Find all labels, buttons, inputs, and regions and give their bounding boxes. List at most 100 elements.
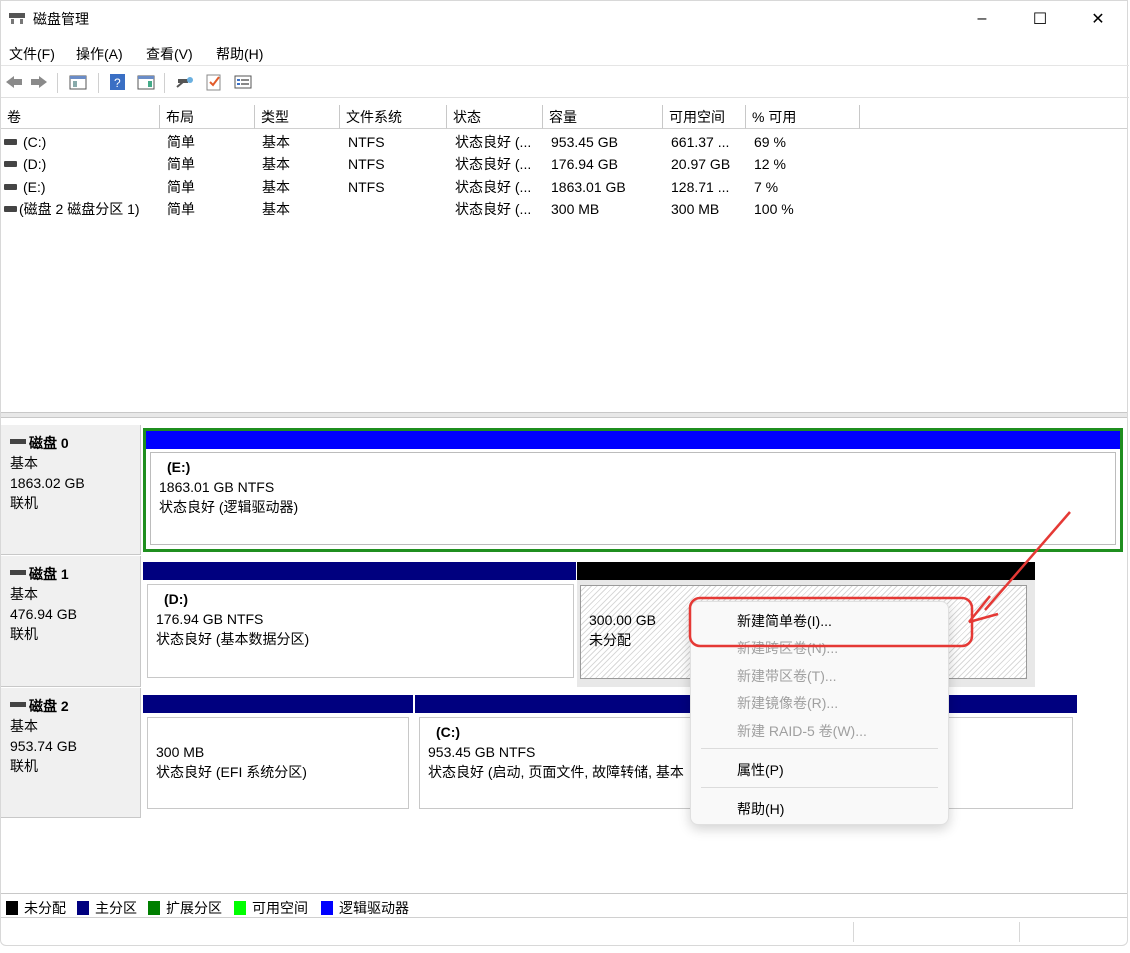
- legend-swatch: [148, 901, 160, 915]
- pane-splitter[interactable]: [1, 412, 1127, 418]
- disk-management-app-icon: [9, 13, 25, 24]
- disk-2-label[interactable]: 磁盘 2 基本 953.74 GB 联机: [1, 688, 141, 818]
- primary-partition-bar: [143, 695, 413, 713]
- percent-free-cell: 100 %: [754, 201, 794, 217]
- partition-size: 1863.01 GB NTFS: [159, 479, 275, 495]
- back-icon[interactable]: [4, 73, 24, 91]
- partition-e[interactable]: (E:) 1863.01 GB NTFS 状态良好 (逻辑驱动器): [143, 428, 1123, 552]
- disk-type: 基本: [10, 718, 38, 734]
- legend-extended: 扩展分区: [148, 898, 222, 918]
- legend-label: 未分配: [24, 900, 66, 916]
- free-space-cell: 661.37 ...: [671, 134, 730, 150]
- column-header-volume[interactable]: 卷: [1, 105, 160, 129]
- partition-title: [156, 722, 400, 742]
- disk-icon: [10, 438, 26, 444]
- menu-item-new-simple-volume[interactable]: 新建简单卷(I)...: [737, 608, 832, 634]
- legend-free-space: 可用空间: [234, 898, 308, 918]
- menu-view[interactable]: 查看(V): [146, 44, 193, 64]
- layout-cell: 简单: [167, 156, 195, 172]
- menu-help[interactable]: 帮助(H): [216, 44, 263, 64]
- checklist-icon[interactable]: [204, 73, 224, 91]
- volume-name: (D:): [23, 156, 47, 172]
- legend-label: 扩展分区: [166, 900, 222, 916]
- help-icon[interactable]: ?: [108, 73, 128, 91]
- free-space-cell: 300 MB: [671, 201, 720, 217]
- title-bar: 磁盘管理 – ☐ ✕: [1, 1, 1129, 37]
- maximize-button[interactable]: ☐: [1011, 1, 1069, 37]
- forward-icon[interactable]: [29, 73, 49, 91]
- drive-icon: [4, 184, 17, 191]
- disk-management-window: 磁盘管理 – ☐ ✕ 文件(F) 操作(A) 查看(V) 帮助(H) ? 卷 布…: [0, 0, 1129, 946]
- menu-file[interactable]: 文件(F): [9, 44, 55, 64]
- partition-status: 状态良好 (基本数据分区): [156, 631, 310, 647]
- status-divider: [1019, 922, 1020, 942]
- filesystem-cell: NTFS: [348, 156, 385, 172]
- column-header-percent-free[interactable]: % 可用: [746, 105, 860, 129]
- close-button[interactable]: ✕: [1069, 1, 1127, 37]
- disk-graphical-view: 磁盘 0 基本 1863.02 GB 联机 (E:) 1863.01 GB NT…: [1, 419, 1127, 889]
- disk-status: 联机: [10, 495, 38, 511]
- properties-icon[interactable]: [136, 73, 156, 91]
- list-icon[interactable]: [233, 73, 253, 91]
- status-cell: 状态良好 (...: [455, 179, 532, 195]
- status-cell: 状态良好 (...: [455, 156, 532, 172]
- partition-body: (D:) 176.94 GB NTFS 状态良好 (基本数据分区): [147, 584, 574, 678]
- layout-cell: 简单: [167, 201, 195, 217]
- menu-action[interactable]: 操作(A): [76, 44, 123, 64]
- column-header-type[interactable]: 类型: [255, 105, 340, 129]
- menu-separator: [701, 748, 938, 749]
- percent-free-cell: 12 %: [754, 156, 786, 172]
- toolbar: ?: [1, 67, 1129, 98]
- minimize-icon: –: [977, 10, 987, 27]
- legend-swatch: [234, 901, 246, 915]
- legend-label: 主分区: [95, 900, 137, 916]
- disk-0-label[interactable]: 磁盘 0 基本 1863.02 GB 联机: [1, 425, 141, 555]
- partition-title: (D:): [164, 591, 189, 607]
- percent-free-cell: 69 %: [754, 134, 786, 150]
- type-cell: 基本: [262, 201, 290, 217]
- console-tree-icon[interactable]: [68, 73, 88, 91]
- disk-status: 联机: [10, 626, 38, 642]
- disk-type: 基本: [10, 586, 38, 602]
- drive-icon: [4, 206, 17, 213]
- type-cell: 基本: [262, 179, 290, 195]
- disk-type: 基本: [10, 455, 38, 471]
- menu-item-new-spanned-volume: 新建跨区卷(N)...: [737, 640, 839, 656]
- column-header-filesystem[interactable]: 文件系统: [340, 105, 447, 129]
- column-header-blank: [860, 105, 1127, 129]
- column-header-status[interactable]: 状态: [447, 105, 543, 129]
- type-cell: 基本: [262, 156, 290, 172]
- column-header-layout[interactable]: 布局: [160, 105, 255, 129]
- legend-logical: 逻辑驱动器: [321, 898, 409, 918]
- menu-item-help[interactable]: 帮助(H): [737, 796, 784, 822]
- partition-efi[interactable]: 300 MB 状态良好 (EFI 系统分区): [143, 695, 413, 813]
- menu-item-properties[interactable]: 属性(P): [737, 757, 784, 783]
- column-header-free-space[interactable]: 可用空间: [663, 105, 746, 129]
- legend-unallocated: 未分配: [6, 898, 66, 918]
- partition-status: 状态良好 (逻辑驱动器): [159, 499, 299, 515]
- legend-swatch: [321, 901, 333, 915]
- disk-1-label[interactable]: 磁盘 1 基本 476.94 GB 联机: [1, 556, 141, 687]
- minimize-button[interactable]: –: [953, 1, 1011, 37]
- disk-name: 磁盘 0: [29, 435, 69, 451]
- connect-icon[interactable]: [175, 73, 195, 91]
- menu-bar: 文件(F) 操作(A) 查看(V) 帮助(H): [1, 39, 1129, 66]
- column-header-capacity[interactable]: 容量: [543, 105, 663, 129]
- toolbar-separator: [164, 73, 165, 93]
- disk-icon: [10, 569, 26, 575]
- partition-body: (E:) 1863.01 GB NTFS 状态良好 (逻辑驱动器): [150, 452, 1116, 545]
- disk-size: 953.74 GB: [10, 738, 77, 754]
- status-divider: [853, 922, 854, 942]
- free-space-cell: 20.97 GB: [671, 156, 731, 172]
- volume-name: (C:): [23, 134, 47, 150]
- legend-swatch: [77, 901, 89, 915]
- partition-title: (E:): [167, 459, 191, 475]
- partition-body: 300 MB 状态良好 (EFI 系统分区): [147, 717, 409, 809]
- close-icon: ✕: [1091, 11, 1105, 28]
- unallocated-bar: [577, 562, 1035, 580]
- layout-cell: 简单: [167, 134, 195, 150]
- partition-d[interactable]: (D:) 176.94 GB NTFS 状态良好 (基本数据分区): [143, 562, 576, 682]
- status-cell: 状态良好 (...: [455, 134, 532, 150]
- disk-size: 1863.02 GB: [10, 475, 85, 491]
- legend-label: 逻辑驱动器: [339, 900, 409, 916]
